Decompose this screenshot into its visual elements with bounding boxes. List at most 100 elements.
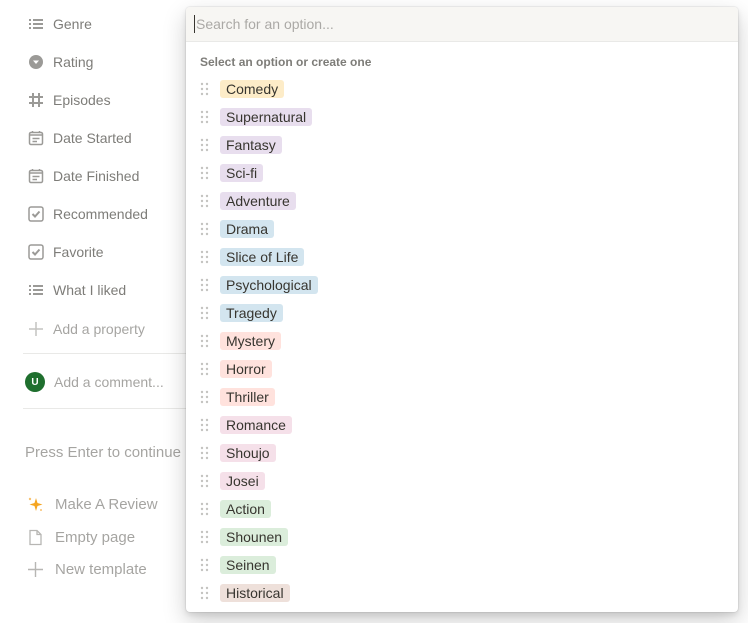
add-property-label: Add a property (53, 321, 145, 337)
option-tag[interactable]: Slice of Life (220, 248, 305, 266)
option-comedy[interactable]: Comedy (186, 75, 738, 103)
option-seinen[interactable]: Seinen (186, 551, 738, 579)
plus-icon (28, 321, 44, 337)
option-slice-of-life[interactable]: Slice of Life (186, 243, 738, 271)
property-label: Date Started (53, 130, 132, 146)
option-shounen[interactable]: Shounen (186, 523, 738, 551)
option-tag[interactable]: Adventure (220, 192, 296, 210)
option-tag[interactable]: Psychological (220, 276, 318, 294)
calendar-icon (28, 168, 44, 184)
option-tag[interactable]: Josei (220, 472, 265, 490)
drag-handle-icon[interactable] (200, 110, 210, 124)
option-tag[interactable]: Historical (220, 584, 290, 602)
template-label: Make A Review (55, 496, 158, 513)
template-make-a-review[interactable]: Make A Review (27, 496, 158, 513)
option-tragedy[interactable]: Tragedy (186, 299, 738, 327)
plus-icon (27, 561, 44, 578)
option-adventure[interactable]: Adventure (186, 187, 738, 215)
drag-handle-icon[interactable] (200, 166, 210, 180)
option-tag[interactable]: Fantasy (220, 136, 282, 154)
enter-hint: Press Enter to continue (25, 444, 181, 461)
option-tag[interactable]: Action (220, 500, 271, 518)
option-historical[interactable]: Historical (186, 579, 738, 607)
option-mystery[interactable]: Mystery (186, 327, 738, 355)
option-thriller[interactable]: Thriller (186, 383, 738, 411)
drag-handle-icon[interactable] (200, 222, 210, 236)
option-tag[interactable]: Sci-fi (220, 164, 264, 182)
drag-handle-icon[interactable] (200, 278, 210, 292)
option-tag[interactable]: Seinen (220, 556, 276, 574)
option-horror[interactable]: Horror (186, 355, 738, 383)
number-icon (28, 92, 44, 108)
template-new-template[interactable]: New template (27, 561, 147, 578)
property-favorite[interactable]: Favorite (28, 240, 104, 264)
template-empty-page[interactable]: Empty page (27, 529, 135, 546)
property-what-i-liked[interactable]: What I liked (28, 278, 126, 302)
option-shoujo[interactable]: Shoujo (186, 439, 738, 467)
option-tag[interactable]: Horror (220, 360, 272, 378)
property-label: Favorite (53, 244, 104, 260)
option-tag[interactable]: Shounen (220, 528, 289, 546)
property-label: What I liked (53, 282, 127, 298)
drag-handle-icon[interactable] (200, 82, 210, 96)
drag-handle-icon[interactable] (200, 586, 210, 600)
page-icon (27, 529, 44, 546)
property-rating[interactable]: Rating (28, 50, 93, 74)
drag-handle-icon[interactable] (200, 250, 210, 264)
option-josei[interactable]: Josei (186, 467, 738, 495)
drag-handle-icon[interactable] (200, 390, 210, 404)
template-label: Empty page (55, 529, 136, 546)
add-property-button[interactable]: Add a property (28, 317, 145, 341)
option-tag[interactable]: Mystery (220, 332, 281, 350)
checkbox-icon (28, 206, 44, 222)
select-options-popover: Select an option or create one Comedy Su… (186, 7, 738, 612)
property-genre[interactable]: Genre (28, 12, 92, 36)
sparkle-icon (27, 496, 44, 513)
select-icon (28, 54, 44, 70)
property-recommended[interactable]: Recommended (28, 202, 148, 226)
comment-input[interactable]: U Add a comment... (25, 372, 164, 392)
option-tag[interactable]: Tragedy (220, 304, 283, 322)
option-psychological[interactable]: Psychological (186, 271, 738, 299)
property-date-started[interactable]: Date Started (28, 126, 132, 150)
comment-placeholder: Add a comment... (54, 374, 164, 390)
drag-handle-icon[interactable] (200, 502, 210, 516)
property-episodes[interactable]: Episodes (28, 88, 111, 112)
property-label: Date Finished (53, 168, 140, 184)
drag-handle-icon[interactable] (200, 558, 210, 572)
options-list: Comedy Supernatural Fantasy Sci-fi Adven… (186, 75, 738, 607)
template-label: New template (55, 561, 147, 578)
divider (23, 353, 193, 354)
divider (23, 408, 193, 409)
drag-handle-icon[interactable] (200, 306, 210, 320)
option-romance[interactable]: Romance (186, 411, 738, 439)
option-tag[interactable]: Comedy (220, 80, 285, 98)
drag-handle-icon[interactable] (200, 530, 210, 544)
property-label: Recommended (53, 206, 148, 222)
property-label: Genre (53, 16, 92, 32)
option-tag[interactable]: Shoujo (220, 444, 276, 462)
drag-handle-icon[interactable] (200, 362, 210, 376)
option-supernatural[interactable]: Supernatural (186, 103, 738, 131)
option-fantasy[interactable]: Fantasy (186, 131, 738, 159)
option-tag[interactable]: Drama (220, 220, 275, 238)
option-tag[interactable]: Romance (220, 416, 292, 434)
option-tag[interactable]: Supernatural (220, 108, 313, 126)
list-icon (28, 282, 44, 298)
search-input[interactable] (194, 15, 738, 33)
drag-handle-icon[interactable] (200, 194, 210, 208)
option-tag[interactable]: Thriller (220, 388, 275, 406)
avatar: U (25, 372, 45, 392)
option-action[interactable]: Action (186, 495, 738, 523)
drag-handle-icon[interactable] (200, 138, 210, 152)
drag-handle-icon[interactable] (200, 474, 210, 488)
drag-handle-icon[interactable] (200, 446, 210, 460)
option-drama[interactable]: Drama (186, 215, 738, 243)
property-date-finished[interactable]: Date Finished (28, 164, 139, 188)
drag-handle-icon[interactable] (200, 334, 210, 348)
calendar-icon (28, 130, 44, 146)
checkbox-icon (28, 244, 44, 260)
options-hint: Select an option or create one (200, 55, 372, 69)
drag-handle-icon[interactable] (200, 418, 210, 432)
option-sci-fi[interactable]: Sci-fi (186, 159, 738, 187)
